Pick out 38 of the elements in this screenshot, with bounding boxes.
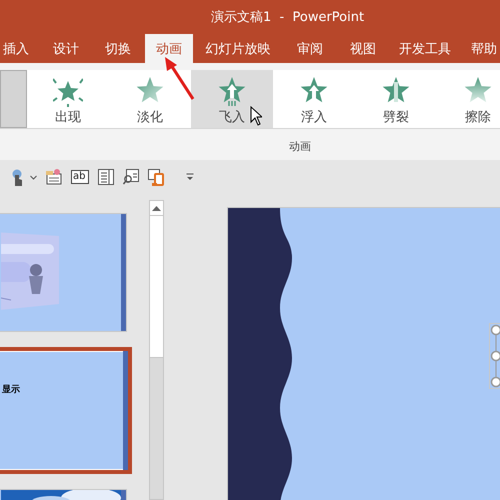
ribbon-tab[interactable]: 幻灯片放映 bbox=[205, 34, 271, 63]
ribbon-tab[interactable]: 设计 bbox=[53, 34, 79, 63]
animation-option[interactable]: 浮入 bbox=[273, 70, 355, 128]
scroll-bar[interactable] bbox=[149, 200, 164, 500]
animation-option[interactable]: 淡化 bbox=[109, 70, 191, 128]
selection-handles[interactable] bbox=[489, 323, 500, 389]
ribbon-tab[interactable]: 切换 bbox=[105, 34, 131, 63]
text-box-icon[interactable]: ab bbox=[71, 170, 90, 184]
group-label: 动画 bbox=[288, 139, 311, 154]
ribbon-tab[interactable]: 动画 bbox=[145, 34, 193, 63]
annotation-arrow bbox=[162, 56, 196, 102]
ribbon-tab[interactable]: 帮助 bbox=[471, 34, 497, 63]
preview-icon[interactable] bbox=[123, 169, 140, 185]
animation-option[interactable]: 出现 bbox=[27, 70, 109, 128]
more-icon[interactable] bbox=[186, 173, 194, 181]
animation-option[interactable]: 劈裂 bbox=[355, 70, 437, 128]
star-icon bbox=[53, 78, 83, 107]
star-icon bbox=[464, 77, 492, 102]
star-icon bbox=[382, 77, 410, 102]
ribbon-tab[interactable]: 插入 bbox=[3, 34, 29, 63]
animation-option[interactable]: 擦除 bbox=[437, 70, 500, 128]
ribbon-tab[interactable]: 视图 bbox=[350, 34, 376, 63]
ribbon-tab[interactable]: 审阅 bbox=[297, 34, 323, 63]
star-icon bbox=[300, 77, 328, 102]
caret-icon[interactable] bbox=[30, 174, 37, 180]
window-title: 演示文稿1 - PowerPoint bbox=[211, 9, 364, 26]
slide-thumbnail[interactable]: 显示 bbox=[0, 347, 132, 474]
list-box-icon[interactable] bbox=[98, 169, 114, 185]
animation-option[interactable]: 飞入 bbox=[191, 70, 273, 128]
device-icon[interactable] bbox=[148, 168, 166, 186]
form-icon[interactable] bbox=[46, 169, 62, 185]
scroll-up-icon[interactable] bbox=[152, 206, 161, 210]
touch-icon[interactable] bbox=[11, 168, 23, 186]
cursor-icon bbox=[250, 106, 262, 126]
star-icon bbox=[218, 77, 246, 107]
ribbon-tab[interactable]: 开发工具 bbox=[399, 34, 451, 63]
star-icon bbox=[136, 77, 164, 102]
slide-text: 显示 bbox=[2, 384, 20, 396]
